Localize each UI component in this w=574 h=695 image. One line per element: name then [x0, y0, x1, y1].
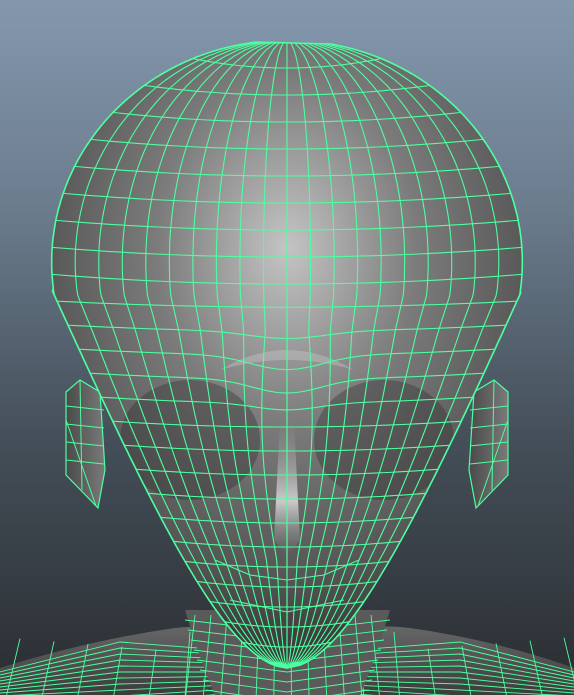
3d-viewport[interactable]: [0, 0, 574, 695]
right-ear-mesh: [468, 379, 509, 510]
head-mesh[interactable]: [48, 38, 526, 669]
left-ear-mesh: [65, 379, 106, 510]
viewport-scene[interactable]: [0, 0, 574, 695]
